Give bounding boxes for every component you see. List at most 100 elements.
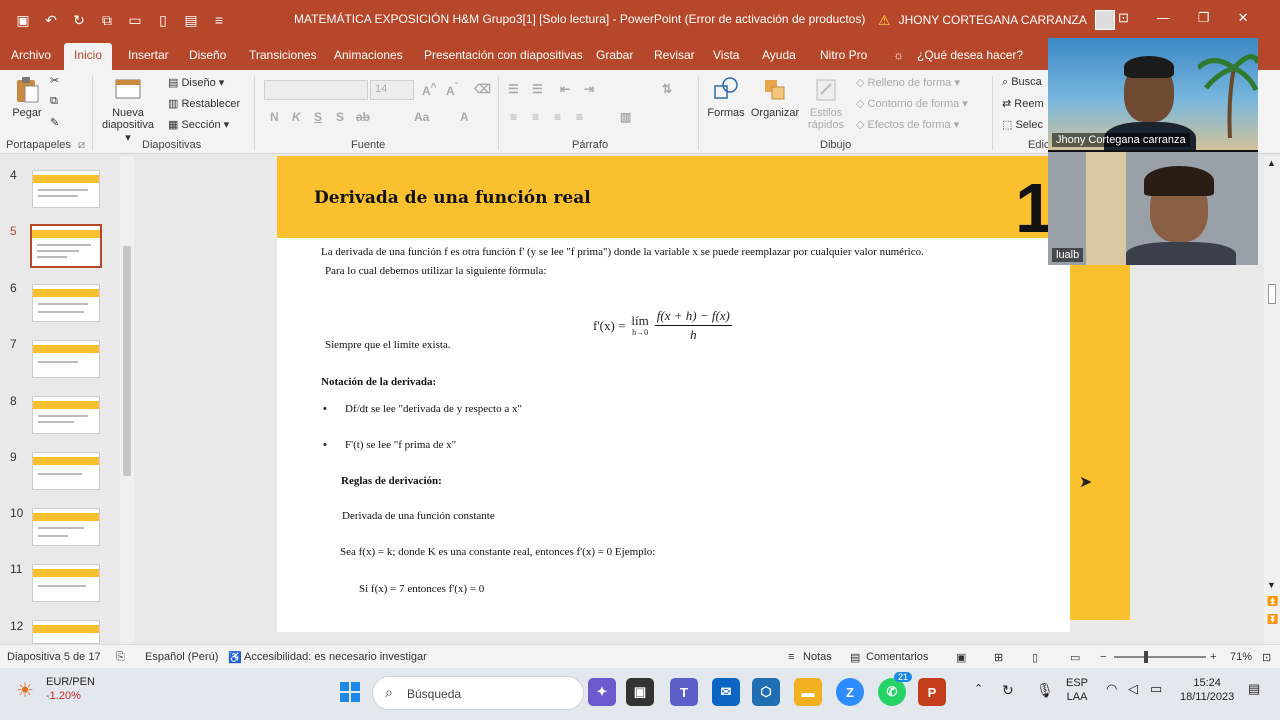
paste-button[interactable]: Pegar bbox=[10, 76, 44, 119]
slide-bullet-1[interactable]: Df/dt se lee "derivada de y respecto a x… bbox=[345, 403, 522, 415]
dialog-launcher-icon[interactable]: ⧄ bbox=[78, 139, 85, 152]
numbering-icon[interactable]: ☰ bbox=[532, 82, 543, 96]
select-button[interactable]: ⬚ Selec bbox=[1002, 118, 1043, 131]
participant-video-1[interactable]: Jhony Cortegana carranza bbox=[1048, 38, 1258, 150]
task-view-icon[interactable]: ▣ bbox=[626, 678, 654, 706]
fit-slide-icon[interactable]: ⊡ bbox=[1262, 651, 1271, 664]
normal-view-icon[interactable]: ▣ bbox=[956, 651, 966, 664]
new-slide-button[interactable]: Nueva diapositiva ▾ bbox=[98, 76, 158, 144]
slide-bullet-2[interactable]: F'(t) se lee "f prima de x" bbox=[345, 439, 456, 451]
slide-rule-constant[interactable]: Derivada de una función constante bbox=[342, 510, 495, 522]
copy-icon[interactable]: ⧉ bbox=[50, 95, 58, 108]
user-name[interactable]: JHONY CORTEGANA CARRANZA bbox=[899, 13, 1087, 27]
language-indicator[interactable]: Español (Perú) bbox=[145, 651, 218, 663]
widget-value[interactable]: -1.20% bbox=[46, 690, 81, 702]
bullets-icon[interactable]: ☰ bbox=[508, 82, 519, 96]
ribbon-display-icon[interactable]: ⊡ bbox=[1118, 10, 1129, 26]
layout-button[interactable]: ▤ Diseño ▾ bbox=[168, 76, 224, 89]
tab-presentacion[interactable]: Presentación con diapositivas bbox=[424, 48, 583, 62]
align-center-icon[interactable]: ≡ bbox=[532, 110, 539, 124]
tab-diseno[interactable]: Diseño bbox=[189, 48, 226, 62]
grow-font-icon[interactable]: A^ bbox=[422, 82, 437, 98]
accessibility-status[interactable]: Accesibilidad: es necesario investigar bbox=[244, 651, 427, 663]
warning-icon[interactable]: ⚠ bbox=[878, 12, 891, 29]
tab-revisar[interactable]: Revisar bbox=[654, 48, 695, 62]
close-icon[interactable]: ✕ bbox=[1238, 10, 1249, 26]
change-case-button[interactable]: Aa bbox=[414, 110, 429, 124]
shape-outline-button[interactable]: ◇ Contorno de forma ▾ bbox=[856, 97, 968, 110]
customize-qat-icon[interactable]: ≡ bbox=[210, 12, 228, 28]
thumbnail-slide-12[interactable] bbox=[32, 620, 100, 644]
shapes-button[interactable]: Formas bbox=[706, 76, 746, 119]
previous-slide-icon[interactable]: ⏫ bbox=[1267, 596, 1278, 607]
shape-fill-button[interactable]: ◇ Relleno de forma ▾ bbox=[856, 76, 960, 89]
italic-button[interactable]: K bbox=[292, 110, 301, 124]
thumbnail-slide-9[interactable] bbox=[32, 452, 100, 490]
quick-styles-button[interactable]: Estilos rápidos bbox=[804, 76, 848, 131]
tab-animaciones[interactable]: Animaciones bbox=[334, 48, 403, 62]
thumbnail-slide-5[interactable] bbox=[30, 224, 102, 268]
zoom-in-icon[interactable]: + bbox=[1210, 651, 1216, 663]
language-switcher[interactable]: ESP LAA bbox=[1066, 676, 1088, 705]
tab-ayuda[interactable]: Ayuda bbox=[762, 48, 796, 62]
tab-transiciones[interactable]: Transiciones bbox=[249, 48, 317, 62]
store-icon[interactable]: ⬡ bbox=[752, 678, 780, 706]
picture-icon[interactable]: ▤ bbox=[182, 12, 200, 29]
whatsapp-icon[interactable]: ✆ bbox=[878, 678, 906, 706]
tab-nitro-pro[interactable]: Nitro Pro bbox=[820, 48, 867, 62]
zoom-app-icon[interactable]: Z bbox=[836, 678, 864, 706]
start-button[interactable] bbox=[336, 678, 364, 706]
zoom-slider[interactable] bbox=[1114, 656, 1206, 658]
zoom-slider-thumb[interactable] bbox=[1144, 651, 1148, 663]
justify-icon[interactable]: ≡ bbox=[576, 110, 583, 124]
zoom-level[interactable]: 71% bbox=[1230, 651, 1252, 663]
taskbar-search[interactable]: ⌕ Búsqueda bbox=[372, 676, 584, 710]
save-icon[interactable]: ▣ bbox=[14, 12, 32, 29]
text-direction-icon[interactable]: ⇅ bbox=[662, 82, 672, 96]
slide-rule-example[interactable]: Si f(x) = 7 entonces f'(x) = 0 bbox=[359, 583, 484, 595]
slide-scrollbar[interactable]: ▲ ▼ ⏫ ⏬ bbox=[1264, 156, 1280, 642]
powerpoint-icon[interactable]: P bbox=[918, 678, 946, 706]
slideshow-icon[interactable]: ▭ bbox=[1070, 651, 1080, 664]
shape-effects-button[interactable]: ◇ Efectos de forma ▾ bbox=[856, 118, 959, 131]
cut-icon[interactable]: ✂ bbox=[50, 74, 59, 87]
weather-icon[interactable]: ☀ bbox=[16, 678, 34, 703]
slide-heading-rules[interactable]: Reglas de derivación: bbox=[341, 475, 442, 487]
slide-text-limit-exists[interactable]: Siempre que el límite exista. bbox=[325, 339, 451, 351]
tab-grabar[interactable]: Grabar bbox=[596, 48, 633, 62]
thumbnail-scrollbar[interactable] bbox=[120, 156, 134, 642]
present-icon[interactable]: ⧉ bbox=[98, 12, 116, 29]
thumbnail-slide-4[interactable] bbox=[32, 170, 100, 208]
clear-format-icon[interactable]: ⌫ bbox=[474, 82, 491, 96]
thumbnail-slide-7[interactable] bbox=[32, 340, 100, 378]
slide-icon[interactable]: ▭ bbox=[126, 12, 144, 29]
underline-button[interactable]: S bbox=[314, 110, 322, 124]
derivative-formula[interactable]: f'(x) = lím h→0 f(x + h) − f(x) h bbox=[593, 308, 732, 343]
avatar[interactable] bbox=[1094, 10, 1115, 30]
bold-button[interactable]: N bbox=[270, 110, 279, 124]
widget-title[interactable]: EUR/PEN bbox=[46, 676, 95, 688]
shadow-button[interactable]: S bbox=[336, 110, 344, 124]
next-slide-icon[interactable]: ⏬ bbox=[1267, 614, 1278, 625]
maximize-icon[interactable]: ❐ bbox=[1198, 10, 1210, 26]
clock[interactable]: 15:24 18/11/2023 bbox=[1180, 676, 1234, 705]
slide-counter[interactable]: Diapositiva 5 de 17 bbox=[7, 651, 101, 663]
font-color-button[interactable]: A bbox=[460, 110, 469, 124]
battery-icon[interactable]: ▭ bbox=[1150, 681, 1162, 698]
accessibility-icon[interactable]: ♿ bbox=[228, 651, 242, 664]
decrease-indent-icon[interactable]: ⇤ bbox=[560, 82, 570, 96]
columns-icon[interactable]: ▥ bbox=[620, 110, 631, 124]
format-painter-icon[interactable]: ✎ bbox=[50, 116, 59, 129]
minimize-icon[interactable]: — bbox=[1157, 10, 1170, 26]
font-name-box[interactable] bbox=[264, 80, 368, 100]
arrange-button[interactable]: Organizar bbox=[750, 76, 800, 119]
thumbnail-slide-10[interactable] bbox=[32, 508, 100, 546]
slide-title[interactable]: Derivada de una función real bbox=[314, 188, 591, 208]
increase-indent-icon[interactable]: ⇥ bbox=[584, 82, 594, 96]
microphone-icon[interactable]: 🎙 bbox=[1036, 681, 1054, 699]
scroll-thumb[interactable] bbox=[123, 246, 131, 476]
participant-video-2[interactable]: lualb bbox=[1048, 152, 1258, 265]
volume-icon[interactable]: ◁ bbox=[1128, 681, 1138, 698]
align-right-icon[interactable]: ≡ bbox=[554, 110, 561, 124]
slide-canvas[interactable]: Derivada de una función real 1 La deriva… bbox=[277, 156, 1070, 632]
